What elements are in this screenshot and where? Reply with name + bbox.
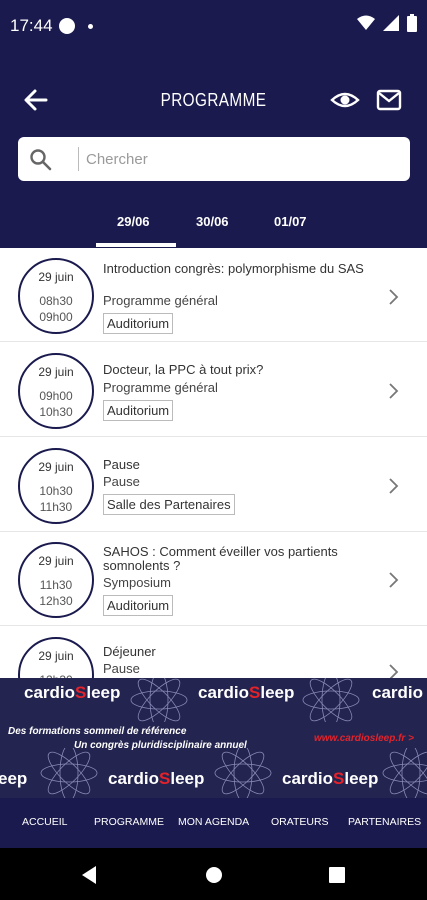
- session-day: 29 juin: [38, 270, 74, 284]
- search-input[interactable]: [86, 143, 396, 175]
- date-tabs: 29/06 30/06 01/07: [0, 204, 427, 248]
- session-day: 29 juin: [38, 554, 74, 568]
- flower-pattern-icon: [214, 748, 272, 798]
- chevron-right-icon: [389, 478, 399, 494]
- flower-pattern-icon: [40, 748, 98, 798]
- session-day: 29 juin: [38, 460, 74, 474]
- status-time: 17:44: [10, 16, 53, 35]
- session-title: Déjeuner: [103, 644, 156, 659]
- session-category: Programme général: [103, 293, 218, 308]
- session-day: 29 juin: [38, 649, 74, 663]
- session-title: Docteur, la PPC à tout prix?: [103, 362, 264, 377]
- bottom-nav: ACCUEIL PROGRAMME MON AGENDA ORATEURS PA…: [0, 798, 427, 848]
- date-circle: 29 juin 08h30 09h00: [18, 258, 94, 334]
- flower-pattern-icon: [382, 748, 427, 798]
- wifi-icon: [357, 15, 375, 30]
- nav-programme[interactable]: PROGRAMME: [94, 816, 164, 828]
- app-header: PROGRAMME 29/06 30/06 01/07: [0, 56, 427, 248]
- session-start: 09h00: [39, 389, 73, 403]
- session-category: Pause: [103, 661, 140, 676]
- session-title: SAHOS : Comment éveiller vos partients s…: [103, 544, 338, 573]
- session-row[interactable]: 29 juin 08h30 09h00 Introduction congrès…: [0, 248, 427, 342]
- mail-icon[interactable]: [375, 86, 403, 114]
- status-icons: [357, 14, 417, 32]
- banner-tagline-1: Des formations sommeil de référence: [8, 726, 187, 737]
- banner-logo: cardioSleep: [108, 769, 205, 788]
- date-circle: 29 juin 10h30 11h30: [18, 448, 94, 524]
- banner-tagline-2: Un congrès pluridisciplinaire annuel: [74, 740, 247, 751]
- banner-logo-partial: cardio: [372, 683, 424, 702]
- session-title: Introduction congrès: polymorphisme du S…: [103, 261, 364, 276]
- tab-30-06[interactable]: 30/06: [196, 214, 229, 229]
- session-row[interactable]: 29 juin 10h30 11h30 Pause Pause Salle de…: [0, 438, 427, 532]
- cardiosleep-banner[interactable]: cardioSleep cardioSleep cardio Des forma…: [0, 678, 427, 798]
- flower-pattern-icon: [302, 678, 360, 722]
- tab-selected-indicator: [96, 243, 176, 247]
- date-circle: 29 juin 09h00 10h30: [18, 353, 94, 429]
- session-end: 12h30: [39, 594, 73, 608]
- session-end: 11h30: [39, 500, 73, 514]
- session-category: Symposium: [103, 575, 171, 590]
- session-end: 10h30: [39, 405, 73, 419]
- chevron-right-icon: [389, 664, 399, 678]
- nav-mon-agenda[interactable]: MON AGENDA: [178, 816, 249, 828]
- session-day: 29 juin: [38, 365, 74, 379]
- banner-url-link[interactable]: www.cardiosleep.fr >: [314, 733, 414, 744]
- session-title: Pause: [103, 457, 140, 472]
- system-nav-bar: [0, 848, 427, 900]
- session-start: 11h30: [39, 578, 73, 592]
- notification-dot-icon: [59, 18, 75, 34]
- session-row[interactable]: 29 juin 09h00 10h30 Docteur, la PPC à to…: [0, 343, 427, 437]
- tab-29-06[interactable]: 29/06: [117, 214, 150, 229]
- session-row[interactable]: 29 juin 12h30 Déjeuner Pause: [0, 627, 427, 678]
- session-room: Auditorium: [103, 313, 174, 334]
- banner-logo: cardioSleep: [282, 769, 379, 788]
- small-dot-icon: [88, 24, 93, 29]
- banner-logo: cardioSleep: [198, 683, 295, 702]
- session-category: Pause: [103, 474, 140, 489]
- chevron-right-icon: [389, 289, 399, 305]
- session-start: 08h30: [39, 294, 73, 308]
- tab-01-07[interactable]: 01/07: [274, 214, 307, 229]
- status-bar: 17:44: [0, 0, 427, 56]
- eye-icon[interactable]: [330, 86, 360, 114]
- home-circle-icon[interactable]: [204, 865, 224, 885]
- session-room: Auditorium: [103, 400, 174, 421]
- nav-accueil[interactable]: ACCUEIL: [22, 816, 68, 828]
- date-circle: 29 juin 11h30 12h30: [18, 542, 94, 618]
- session-room: Auditorium: [103, 595, 174, 616]
- banner-logo-partial: eep: [0, 769, 28, 788]
- flower-pattern-icon: [130, 678, 188, 722]
- signal-icon: [383, 15, 399, 31]
- recents-square-icon[interactable]: [328, 866, 346, 884]
- session-list: 29 juin 08h30 09h00 Introduction congrès…: [0, 248, 427, 678]
- session-row[interactable]: 29 juin 11h30 12h30 SAHOS : Comment évei…: [0, 532, 427, 626]
- nav-partenaires[interactable]: PARTENAIRES: [348, 816, 421, 828]
- search-bar[interactable]: [18, 137, 410, 181]
- session-end: 09h00: [39, 310, 73, 324]
- session-start: 10h30: [39, 484, 73, 498]
- session-category: Programme général: [103, 380, 218, 395]
- chevron-right-icon: [389, 572, 399, 588]
- back-triangle-icon[interactable]: [80, 865, 98, 885]
- session-room: Salle des Partenaires: [103, 494, 235, 515]
- battery-icon: [407, 14, 417, 32]
- date-circle: 29 juin 12h30: [18, 637, 94, 678]
- chevron-right-icon: [389, 383, 399, 399]
- nav-orateurs[interactable]: ORATEURS: [271, 816, 329, 828]
- banner-logo: cardioSleep: [24, 683, 121, 702]
- search-icon: [30, 149, 52, 171]
- search-divider: [78, 147, 79, 171]
